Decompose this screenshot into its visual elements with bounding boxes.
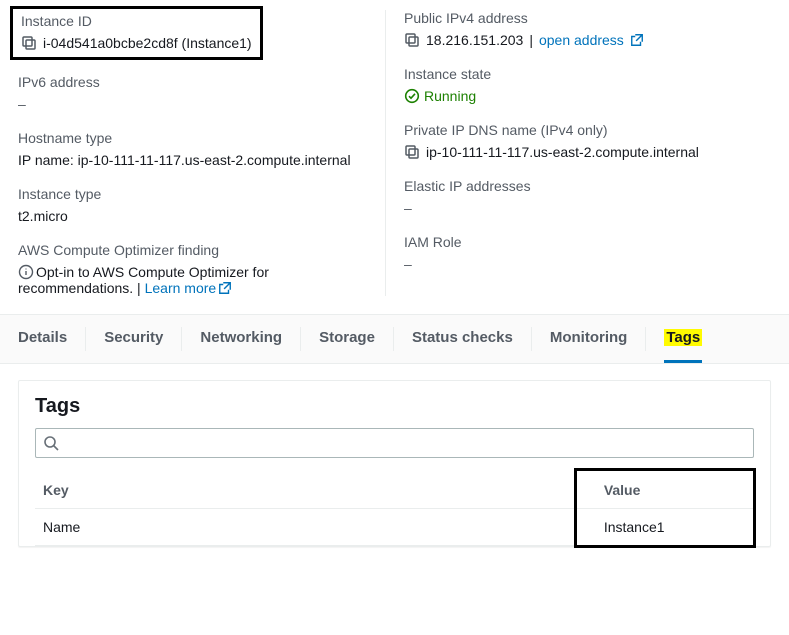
field-ipv6: IPv6 address – — [18, 74, 385, 112]
field-instance-id: Instance ID i-04d541a0bcbe2cd8f (Instanc… — [18, 10, 385, 56]
eip-value: – — [404, 200, 771, 216]
instance-state-label: Instance state — [404, 66, 771, 82]
ipv6-value: – — [18, 96, 385, 112]
tags-search-input[interactable] — [35, 428, 754, 458]
private-dns-value: ip-10-111-11-117.us-east-2.compute.inter… — [426, 144, 699, 160]
learn-more-link[interactable]: Learn more — [145, 280, 233, 296]
table-row: Name Instance1 — [35, 509, 754, 546]
instance-id-highlight-box: Instance ID i-04d541a0bcbe2cd8f (Instanc… — [10, 6, 263, 60]
external-link-icon — [630, 33, 644, 47]
public-ip-value: 18.216.151.203 — [426, 32, 523, 48]
instance-id-value: i-04d541a0bcbe2cd8f (Instance1) — [43, 35, 252, 51]
tag-value-cell: Instance1 — [596, 509, 754, 546]
table-header-row: Key Value — [35, 472, 754, 509]
instance-state-value: Running — [424, 88, 476, 104]
tab-status-checks[interactable]: Status checks — [412, 315, 513, 363]
column-header-key[interactable]: Key — [35, 472, 596, 509]
instance-summary: Instance ID i-04d541a0bcbe2cd8f (Instanc… — [0, 0, 789, 314]
field-iam-role: IAM Role – — [404, 234, 771, 272]
tab-tags[interactable]: Tags — [664, 315, 702, 363]
copy-icon[interactable] — [404, 32, 420, 48]
instance-type-label: Instance type — [18, 186, 385, 202]
field-hostname-type: Hostname type IP name: ip-10-111-11-117.… — [18, 130, 385, 168]
status-running-icon — [404, 88, 420, 104]
tabs-bar: Details Security Networking Storage Stat… — [0, 314, 789, 364]
summary-left-column: Instance ID i-04d541a0bcbe2cd8f (Instanc… — [18, 10, 385, 296]
public-ip-sep: | — [529, 32, 533, 48]
private-dns-label: Private IP DNS name (IPv4 only) — [404, 122, 771, 138]
tab-networking[interactable]: Networking — [200, 315, 282, 363]
field-instance-type: Instance type t2.micro — [18, 186, 385, 224]
tags-heading: Tags — [35, 395, 754, 418]
tab-storage[interactable]: Storage — [319, 315, 375, 363]
tab-security[interactable]: Security — [104, 315, 163, 363]
copy-icon[interactable] — [404, 144, 420, 160]
hostname-type-value: IP name: ip-10-111-11-117.us-east-2.comp… — [18, 152, 385, 168]
iam-role-value: – — [404, 256, 771, 272]
summary-right-column: Public IPv4 address 18.216.151.203 | ope… — [385, 10, 771, 296]
tags-table: Key Value Name Instance1 — [35, 472, 754, 546]
column-header-value[interactable]: Value — [596, 472, 754, 509]
instance-id-label: Instance ID — [21, 13, 252, 29]
eip-label: Elastic IP addresses — [404, 178, 771, 194]
info-icon — [18, 264, 34, 280]
field-eip: Elastic IP addresses – — [404, 178, 771, 216]
compute-optimizer-label: AWS Compute Optimizer finding — [18, 242, 385, 258]
tab-details[interactable]: Details — [18, 315, 67, 363]
field-compute-optimizer: AWS Compute Optimizer finding Opt-in to … — [18, 242, 385, 296]
tab-monitoring[interactable]: Monitoring — [550, 315, 627, 363]
field-instance-state: Instance state Running — [404, 66, 771, 104]
open-address-link[interactable]: open address — [539, 32, 644, 48]
iam-role-label: IAM Role — [404, 234, 771, 250]
field-private-dns: Private IP DNS name (IPv4 only) ip-10-11… — [404, 122, 771, 160]
external-link-icon — [218, 281, 232, 295]
ipv6-label: IPv6 address — [18, 74, 385, 90]
tag-key-cell: Name — [35, 509, 596, 546]
public-ip-label: Public IPv4 address — [404, 10, 771, 26]
copy-icon[interactable] — [21, 35, 37, 51]
search-icon — [43, 435, 59, 451]
field-public-ip: Public IPv4 address 18.216.151.203 | ope… — [404, 10, 771, 48]
hostname-type-label: Hostname type — [18, 130, 385, 146]
instance-type-value: t2.micro — [18, 208, 385, 224]
tags-panel: Tags Key Value Name Instance1 — [18, 380, 771, 547]
